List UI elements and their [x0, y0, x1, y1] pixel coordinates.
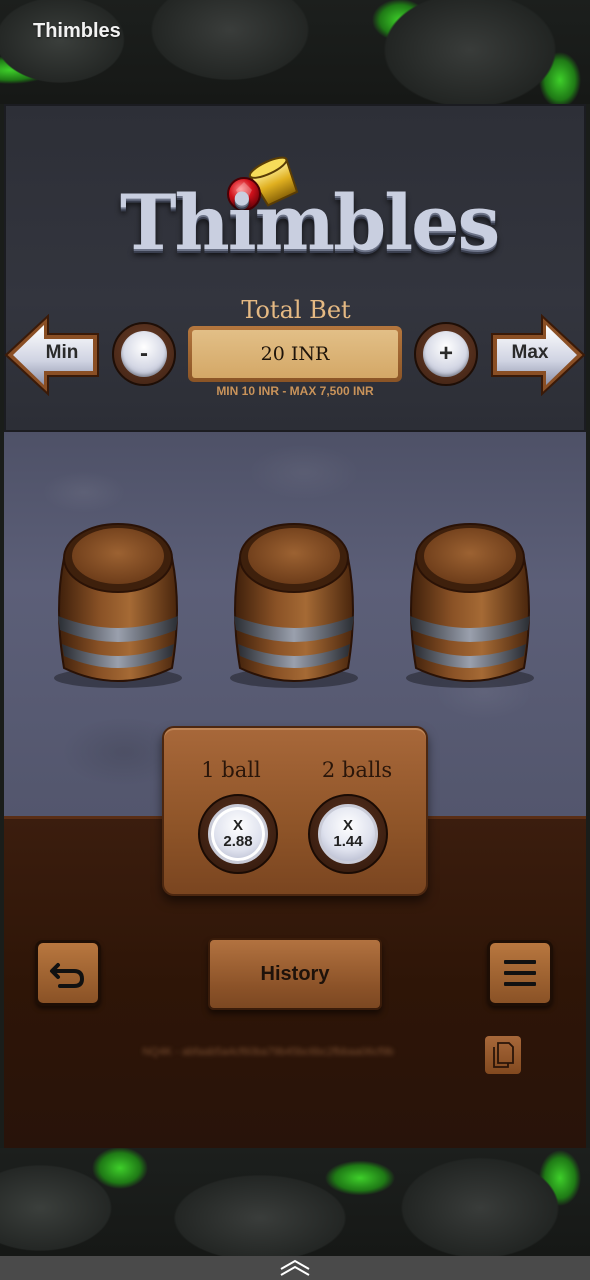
- copy-round-id-button[interactable]: [485, 1036, 521, 1074]
- ball-multiplier-board: 1 ball 2 balls X 2.88 X 1.44: [162, 726, 428, 896]
- multiplier-prefix: X: [232, 817, 243, 834]
- minus-icon: -: [121, 331, 167, 377]
- bet-amount-value: 20 INR: [192, 330, 398, 378]
- hamburger-menu-icon: [504, 960, 536, 986]
- logo-text: Thimbles: [120, 178, 500, 267]
- plus-icon: +: [423, 331, 469, 377]
- history-label: History: [260, 962, 330, 985]
- one-ball-label: 1 ball: [201, 758, 261, 782]
- copy-icon: [493, 1042, 514, 1068]
- app-title: Thimbles: [33, 20, 121, 42]
- thimbles-logo: Thimbles: [120, 150, 500, 280]
- barrel-2[interactable]: [226, 518, 362, 690]
- chevron-up-icon: [280, 1259, 310, 1276]
- two-balls-multiplier-button[interactable]: X 1.44: [308, 794, 388, 874]
- round-id-text: NQ4K - abfaab5a4cf60ba79b45bc6bc2fbbaa06…: [142, 1046, 394, 1058]
- min-bet-button[interactable]: Min: [4, 314, 100, 396]
- undo-arrow-icon: [50, 963, 85, 988]
- barrel-3[interactable]: [402, 518, 538, 690]
- barrel-1[interactable]: [50, 518, 186, 690]
- bet-amount-field: 20 INR: [188, 326, 402, 382]
- two-balls-label: 2 balls: [321, 758, 393, 782]
- multiplier-prefix: X: [342, 817, 353, 834]
- bottom-navigation-strip[interactable]: [0, 1256, 590, 1280]
- bet-limits-text: MIN 10 INR - MAX 7,500 INR: [216, 384, 374, 398]
- increase-bet-button[interactable]: +: [414, 322, 478, 386]
- min-bet-label: Min: [45, 342, 79, 363]
- one-ball-multiplier-button[interactable]: X 2.88: [198, 794, 278, 874]
- max-bet-button[interactable]: Max: [490, 314, 586, 396]
- menu-button[interactable]: [487, 940, 553, 1006]
- multiplier-value: 2.88: [223, 833, 253, 850]
- total-bet-label: Total Bet: [241, 296, 351, 324]
- multiplier-value: 1.44: [333, 833, 363, 850]
- decrease-bet-button[interactable]: -: [112, 322, 176, 386]
- max-bet-label: Max: [511, 342, 549, 363]
- rock-background-bottom: [0, 1148, 590, 1256]
- rock-background-top: [0, 0, 590, 104]
- back-button[interactable]: [35, 940, 101, 1006]
- history-button[interactable]: History: [208, 938, 382, 1010]
